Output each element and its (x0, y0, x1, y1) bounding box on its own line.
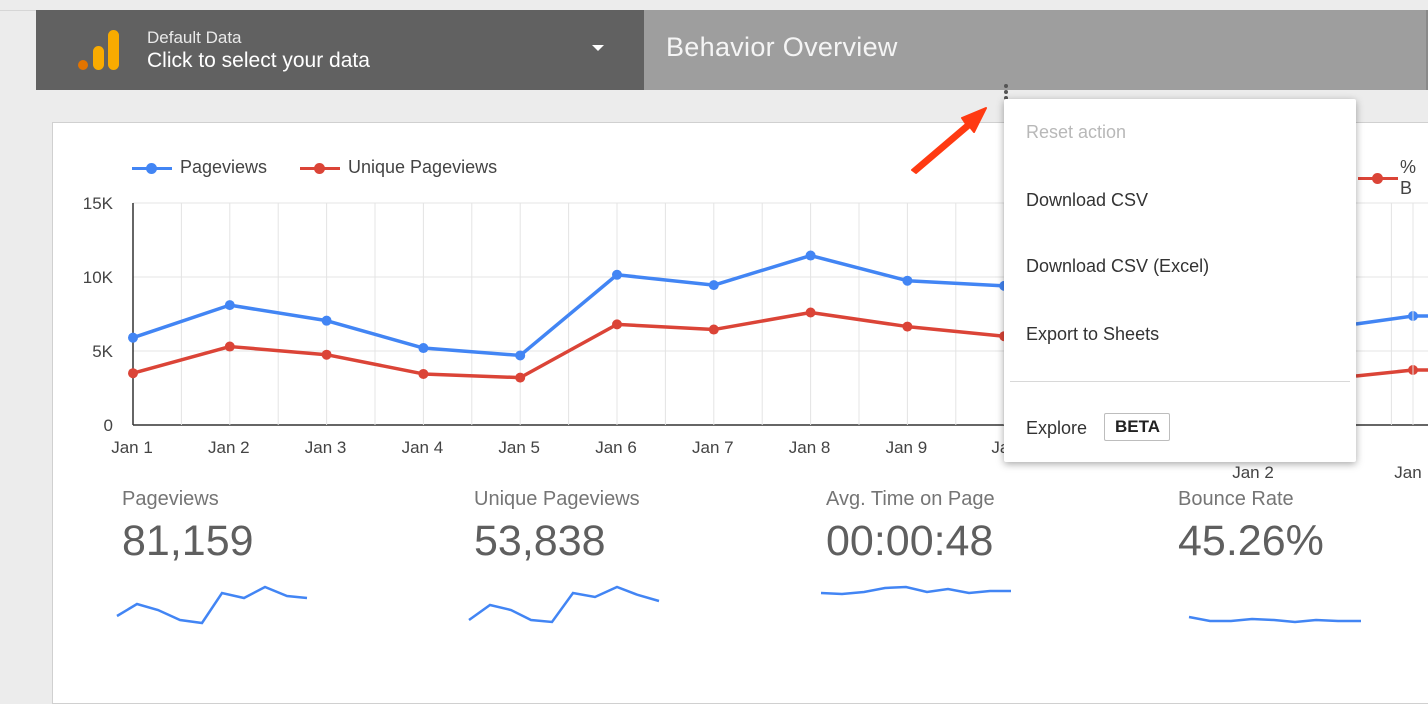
menu-item-explore[interactable]: Explore (1026, 418, 1087, 439)
chart-context-menu: Reset action Download CSV Download CSV (… (1004, 99, 1356, 462)
menu-item-download-csv[interactable]: Download CSV (1026, 190, 1148, 211)
more-vert-icon[interactable] (1003, 84, 1009, 100)
beta-badge: BETA (1104, 413, 1171, 441)
sparkline-avg-time (820, 585, 1011, 596)
menu-divider (1010, 381, 1350, 382)
sparkline-unique-pageviews (468, 585, 660, 624)
red-arrow-top (911, 107, 987, 174)
menu-item-reset-action: Reset action (1026, 122, 1127, 142)
sparkline-bounce-rate (1188, 615, 1361, 624)
menu-item-export-sheets[interactable]: Export to Sheets (1026, 324, 1159, 345)
menu-item-download-csv-excel[interactable]: Download CSV (Excel) (1026, 256, 1209, 277)
sparkline-pageviews (116, 585, 308, 625)
